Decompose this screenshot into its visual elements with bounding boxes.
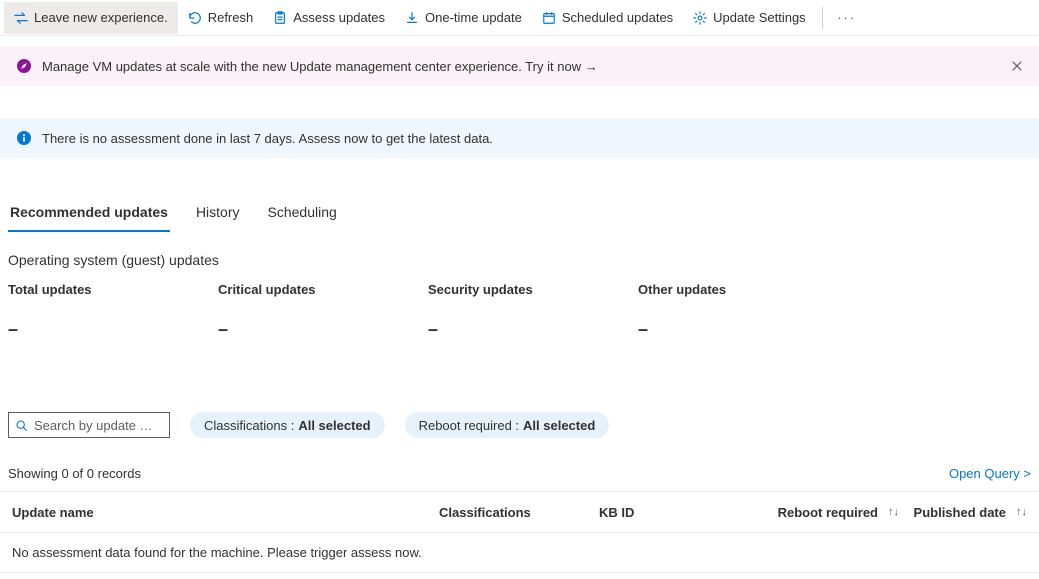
clipboard-icon bbox=[273, 11, 287, 25]
stat-total: Total updates – bbox=[8, 282, 218, 340]
gear-icon bbox=[693, 11, 707, 25]
swap-icon bbox=[14, 11, 28, 25]
reboot-filter-label: Reboot required : bbox=[419, 418, 519, 433]
promo-text: Manage VM updates at scale with the new … bbox=[42, 59, 598, 74]
onetime-update-button[interactable]: One-time update bbox=[395, 2, 532, 34]
promo-banner: Manage VM updates at scale with the new … bbox=[0, 46, 1039, 86]
scheduled-updates-button[interactable]: Scheduled updates bbox=[532, 2, 683, 34]
classifications-filter[interactable]: Classifications : All selected bbox=[190, 412, 385, 438]
ellipsis-icon: ··· bbox=[837, 10, 856, 25]
stats-row: Total updates – Critical updates – Secur… bbox=[0, 282, 1039, 340]
scheduled-updates-label: Scheduled updates bbox=[562, 10, 673, 25]
search-input[interactable] bbox=[34, 418, 163, 433]
section-title: Operating system (guest) updates bbox=[8, 252, 1031, 268]
classifications-filter-label: Classifications : bbox=[204, 418, 294, 433]
column-date-label: Published date bbox=[914, 505, 1006, 520]
filter-row: Classifications : All selected Reboot re… bbox=[0, 412, 1039, 438]
updates-table: Update name Classifications KB ID Reboot… bbox=[0, 491, 1039, 573]
refresh-label: Refresh bbox=[208, 10, 254, 25]
refresh-icon bbox=[188, 11, 202, 25]
column-kb-id[interactable]: KB ID bbox=[599, 505, 749, 520]
table-empty-message: No assessment data found for the machine… bbox=[0, 533, 1039, 573]
stat-total-label: Total updates bbox=[8, 282, 218, 297]
info-banner: There is no assessment done in last 7 da… bbox=[0, 118, 1039, 158]
onetime-update-label: One-time update bbox=[425, 10, 522, 25]
stat-critical: Critical updates – bbox=[218, 282, 428, 340]
stat-security-label: Security updates bbox=[428, 282, 638, 297]
sort-icon: ↑↓ bbox=[1016, 506, 1027, 518]
stat-critical-label: Critical updates bbox=[218, 282, 428, 297]
tab-recommended[interactable]: Recommended updates bbox=[8, 198, 170, 232]
tab-history[interactable]: History bbox=[194, 198, 242, 232]
search-box[interactable] bbox=[8, 412, 170, 438]
more-button[interactable]: ··· bbox=[829, 2, 865, 34]
stat-critical-value: – bbox=[218, 319, 428, 340]
stat-other-label: Other updates bbox=[638, 282, 848, 297]
download-icon bbox=[405, 11, 419, 25]
info-icon bbox=[16, 130, 32, 146]
try-it-now-link[interactable]: Try it now → bbox=[525, 59, 597, 74]
compass-icon bbox=[16, 58, 32, 74]
stat-security: Security updates – bbox=[428, 282, 638, 340]
stat-total-value: – bbox=[8, 319, 218, 340]
stat-other: Other updates – bbox=[638, 282, 848, 340]
sort-icon: ↑↓ bbox=[888, 506, 899, 518]
reboot-filter-value: All selected bbox=[523, 418, 595, 433]
promo-prefix: Manage VM updates at scale with the new … bbox=[42, 59, 525, 74]
column-reboot-label: Reboot required bbox=[778, 505, 878, 520]
close-icon bbox=[1011, 60, 1023, 72]
table-header: Update name Classifications KB ID Reboot… bbox=[0, 491, 1039, 533]
stat-other-value: – bbox=[638, 319, 848, 340]
open-query-link[interactable]: Open Query > bbox=[949, 466, 1031, 481]
leave-experience-button[interactable]: Leave new experience. bbox=[4, 2, 178, 34]
column-published-date[interactable]: Published date ↑↓ bbox=[899, 505, 1027, 520]
tab-bar: Recommended updates History Scheduling bbox=[0, 198, 1039, 232]
column-update-name[interactable]: Update name bbox=[12, 505, 439, 520]
update-settings-label: Update Settings bbox=[713, 10, 806, 25]
records-count: Showing 0 of 0 records bbox=[8, 466, 141, 481]
assess-updates-button[interactable]: Assess updates bbox=[263, 2, 395, 34]
assess-updates-label: Assess updates bbox=[293, 10, 385, 25]
close-banner-button[interactable] bbox=[1007, 56, 1027, 76]
search-icon bbox=[15, 419, 28, 432]
column-reboot-required[interactable]: Reboot required ↑↓ bbox=[749, 505, 899, 520]
toolbar-separator bbox=[822, 7, 823, 29]
reboot-filter[interactable]: Reboot required : All selected bbox=[405, 412, 610, 438]
column-classifications[interactable]: Classifications bbox=[439, 505, 599, 520]
update-settings-button[interactable]: Update Settings bbox=[683, 2, 816, 34]
calendar-icon bbox=[542, 11, 556, 25]
info-text: There is no assessment done in last 7 da… bbox=[42, 131, 493, 146]
command-bar: Leave new experience. Refresh Assess upd… bbox=[0, 0, 1039, 36]
refresh-button[interactable]: Refresh bbox=[178, 2, 264, 34]
classifications-filter-value: All selected bbox=[298, 418, 370, 433]
records-row: Showing 0 of 0 records Open Query > bbox=[0, 466, 1039, 481]
tab-scheduling[interactable]: Scheduling bbox=[266, 198, 339, 232]
stat-security-value: – bbox=[428, 319, 638, 340]
leave-experience-label: Leave new experience. bbox=[34, 10, 168, 25]
